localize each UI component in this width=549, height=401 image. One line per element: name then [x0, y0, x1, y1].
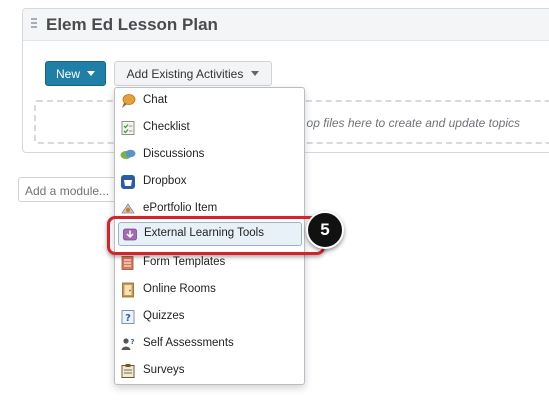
surveys-icon	[121, 364, 135, 378]
menu-item-label: Chat	[143, 94, 168, 106]
highlight-callout	[107, 216, 325, 255]
quizzes-icon: ?	[121, 310, 135, 324]
form-templates-icon	[121, 256, 134, 270]
menu-item-label: Dropbox	[143, 175, 187, 187]
chevron-down-icon	[251, 71, 260, 76]
drag-handle-icon[interactable]	[31, 18, 37, 30]
menu-item-label: Quizzes	[143, 310, 185, 322]
step-number-badge: 5	[306, 211, 344, 249]
checklist-icon	[121, 121, 135, 135]
menu-item-label: Discussions	[143, 148, 205, 160]
menu-item-label: Checklist	[143, 121, 190, 133]
svg-text:?: ?	[125, 313, 131, 324]
chat-icon	[122, 94, 136, 108]
new-button-label: New	[55, 66, 80, 81]
module-title: Elem Ed Lesson Plan	[46, 15, 218, 34]
menu-item-quizzes[interactable]: ? Quizzes	[115, 304, 304, 331]
self-assessments-icon: ?	[121, 338, 135, 350]
menu-item-label: ePortfolio Item	[143, 202, 218, 214]
menu-item-dropbox[interactable]: Dropbox	[115, 169, 304, 196]
add-existing-activities-label: Add Existing Activities	[126, 66, 244, 81]
menu-item-label: Online Rooms	[143, 283, 216, 295]
dropbox-icon	[121, 175, 135, 189]
add-existing-activities-button[interactable]: Add Existing Activities	[114, 61, 272, 86]
menu-item-discussions[interactable]: Discussions	[115, 142, 304, 169]
menu-item-label: Surveys	[143, 364, 185, 376]
chevron-down-icon	[87, 71, 95, 76]
menu-item-label: Self Assessments	[143, 337, 234, 349]
module-header: Elem Ed Lesson Plan	[23, 9, 549, 41]
dropzone-text: op files here to create and update topic…	[306, 116, 520, 130]
eportfolio-icon	[121, 203, 135, 214]
menu-item-self-assessments[interactable]: ? Self Assessments	[115, 331, 304, 358]
online-rooms-icon	[122, 282, 134, 298]
menu-item-chat[interactable]: Chat	[115, 88, 304, 115]
svg-text:?: ?	[130, 338, 134, 346]
menu-item-online-rooms[interactable]: Online Rooms	[115, 277, 304, 304]
menu-item-surveys[interactable]: Surveys	[115, 358, 304, 385]
menu-item-checklist[interactable]: Checklist	[115, 115, 304, 142]
menu-item-label: Form Templates	[143, 256, 226, 268]
discussions-icon	[120, 149, 136, 159]
new-button[interactable]: New	[45, 61, 106, 86]
